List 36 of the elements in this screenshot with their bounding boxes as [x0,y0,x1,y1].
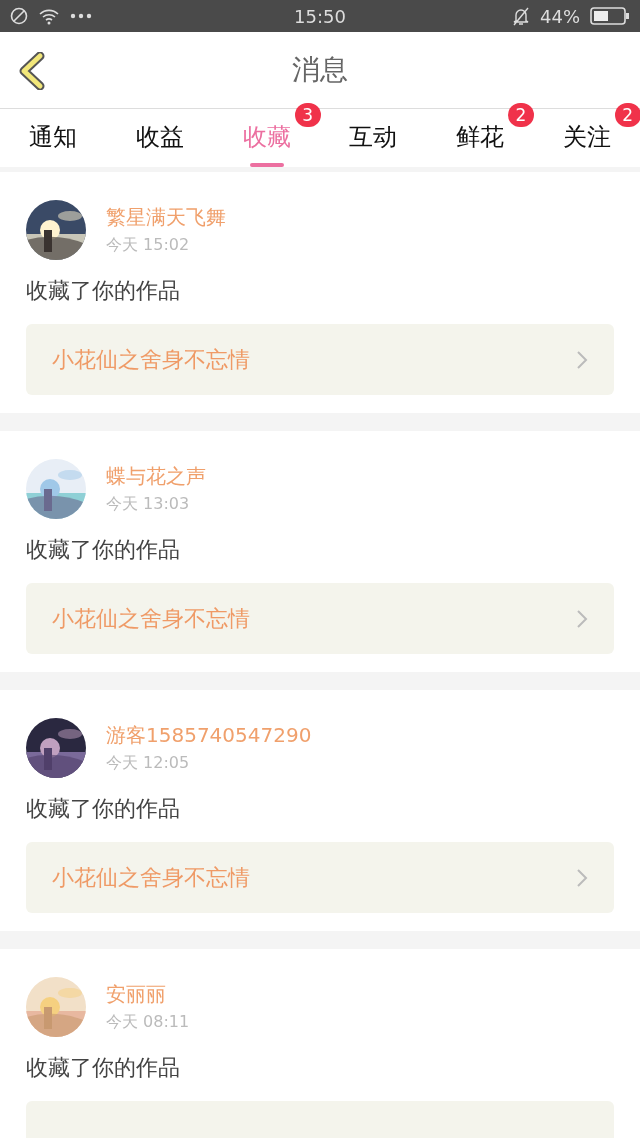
count-badge: 3 [294,103,321,127]
page-title: 消息 [292,52,348,88]
work-title: 小花仙之舍身不忘情 [52,863,250,892]
message-text: 收藏了你的作品 [26,795,181,823]
user-name[interactable]: 繁星满天飞舞 [106,204,226,231]
message-time: 今天 13:03 [106,494,191,515]
battery-percent: 44% [540,5,580,27]
message-text: 收藏了你的作品 [26,536,181,564]
tab[interactable]: 互动 [349,109,398,167]
wifi-icon [38,7,60,25]
chevron-right-icon [576,867,588,888]
work-link[interactable]: 小花仙之舍身不忘情 [26,842,614,913]
work-link[interactable]: 小花仙之舍身不忘情 [26,324,614,395]
user-name[interactable]: 安丽丽 [106,981,190,1008]
work-link[interactable]: 小花仙之舍身不忘情 [26,583,614,654]
tab-underline [249,163,284,167]
bell-off-icon [512,6,530,26]
tab[interactable]: 通知 [29,109,78,167]
do-not-disturb-icon [10,7,28,25]
message-time: 今天 08:11 [106,1012,190,1033]
message-text: 收藏了你的作品 [26,277,181,305]
message-text: 收藏了你的作品 [26,1054,181,1082]
user-name[interactable]: 蝶与花之声 [106,463,206,490]
more-icon [70,13,92,19]
work-title: 小花仙之舍身不忘情 [52,345,250,374]
count-badge: 2 [508,103,534,127]
clock-time: 15:50 [294,5,346,27]
message-time: 今天 12:05 [106,753,191,774]
user-name[interactable]: 游客1585740547290 [106,722,312,749]
tab[interactable]: 收益 [136,109,184,167]
chevron-right-icon [576,349,588,370]
count-badge: 2 [614,103,640,127]
message-time: 今天 15:02 [106,235,191,256]
work-title: 小花仙之舍身不忘情 [52,604,250,633]
chevron-right-icon [576,608,588,629]
battery-icon [590,7,630,25]
